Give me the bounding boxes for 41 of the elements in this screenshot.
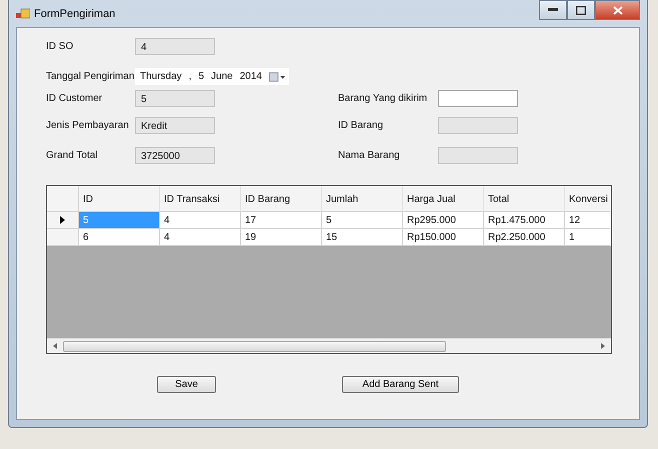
table-cell: 5: [79, 212, 160, 229]
text-field[interactable]: 5: [135, 90, 215, 107]
date-picker[interactable]: Thursday , 5 June 2014: [135, 68, 289, 85]
row-header[interactable]: [47, 212, 79, 229]
maximize-icon: [576, 6, 586, 14]
scrollbar-thumb[interactable]: [63, 340, 446, 352]
table-cell: 1: [565, 229, 610, 246]
add-button[interactable]: Add Barang Sent: [342, 376, 459, 393]
calendar-dropdown-icon: [268, 72, 286, 82]
table-cell: 4: [160, 229, 241, 246]
horizontal-scrollbar[interactable]: [47, 338, 611, 353]
text-field[interactable]: [438, 147, 518, 164]
current-row-icon: [60, 216, 65, 224]
window-title: FormPengiriman: [34, 8, 116, 20]
field-label: Jenis Pembayaran: [46, 120, 130, 131]
field-label: ID Barang: [338, 120, 384, 131]
app-icon: [16, 8, 30, 20]
scroll-right-icon[interactable]: [601, 343, 605, 349]
field-label: Tanggal Pengiriman: [46, 71, 135, 82]
text-field[interactable]: [438, 117, 518, 134]
maximize-button[interactable]: [567, 0, 595, 20]
close-button[interactable]: [595, 0, 640, 20]
field-label: Grand Total: [46, 150, 99, 161]
minimize-icon: [548, 8, 558, 12]
field-label: ID Customer: [46, 93, 104, 104]
table-cell: Rp150.000: [403, 229, 484, 246]
close-icon: [612, 6, 622, 14]
table-cell: 15: [322, 229, 403, 246]
save-button[interactable]: Save: [157, 376, 216, 393]
text-field[interactable]: 4: [135, 38, 215, 55]
minimize-button[interactable]: [539, 0, 567, 20]
text-field[interactable]: 3725000: [135, 147, 215, 164]
field-label: Nama Barang: [338, 150, 401, 161]
field-label: Barang Yang dikirim: [338, 93, 428, 104]
text-field[interactable]: [438, 90, 518, 107]
table-cell: Rp2.250.000: [484, 229, 565, 246]
text-field[interactable]: Kredit: [135, 117, 215, 134]
field-label: ID SO: [46, 41, 74, 52]
scroll-left-icon[interactable]: [53, 343, 57, 349]
table-cell: 6: [79, 229, 160, 246]
table-cell: 19: [241, 229, 322, 246]
